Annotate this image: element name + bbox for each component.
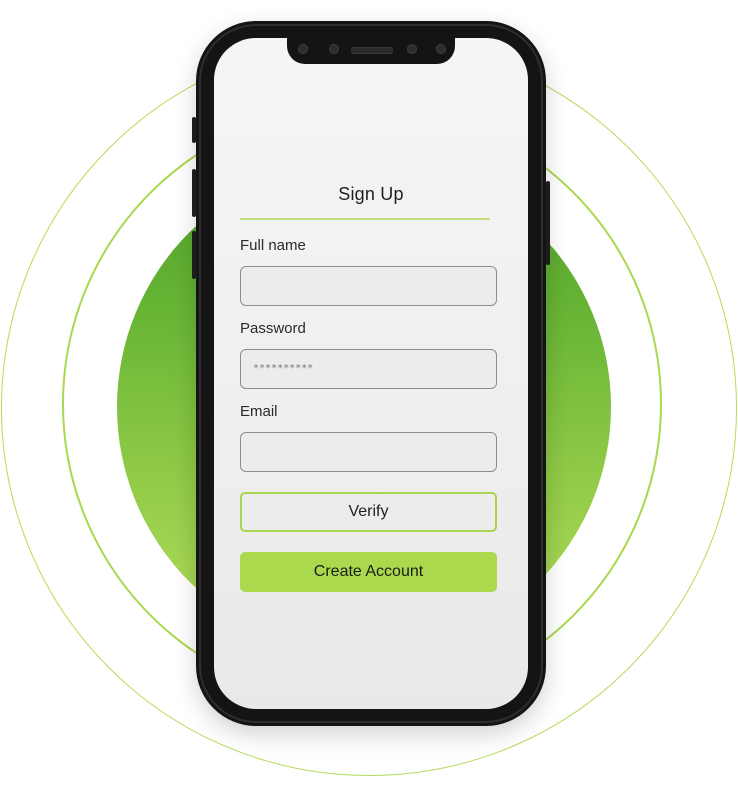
email-input[interactable] — [240, 432, 497, 472]
full-name-input[interactable] — [240, 266, 497, 306]
power-button — [546, 181, 550, 265]
volume-down-button — [192, 231, 196, 279]
front-camera-icon — [436, 44, 446, 54]
sensor-icon — [298, 44, 308, 54]
earpiece-speaker — [351, 47, 393, 54]
password-input[interactable]: ********** — [240, 349, 497, 389]
page-title: Sign Up — [338, 184, 404, 204]
title-divider — [240, 218, 490, 220]
illustration-stage: Sign Up Full name Password ********** Em… — [0, 0, 738, 791]
camera-icon — [329, 44, 339, 54]
silent-switch — [192, 117, 196, 143]
verify-button[interactable]: Verify — [240, 492, 497, 532]
smartphone: Sign Up Full name Password ********** Em… — [192, 21, 550, 726]
password-label: Password — [240, 320, 306, 337]
volume-up-button — [192, 169, 196, 217]
phone-notch — [287, 38, 455, 64]
proximity-sensor-icon — [407, 44, 417, 54]
full-name-label: Full name — [240, 237, 306, 254]
phone-screen: Sign Up Full name Password ********** Em… — [214, 38, 528, 709]
create-account-button[interactable]: Create Account — [240, 552, 497, 592]
email-label: Email — [240, 403, 278, 420]
